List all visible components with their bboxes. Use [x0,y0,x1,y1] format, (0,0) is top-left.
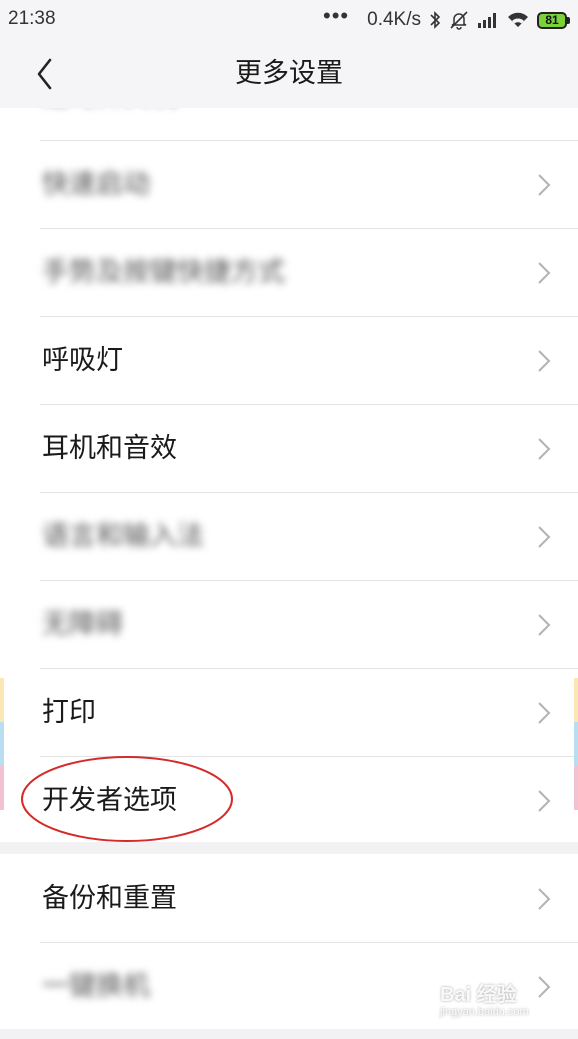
row-label: 语言和输入法 [42,521,204,552]
row-label: 呼吸灯 [42,345,123,376]
page-title: 更多设置 [235,58,343,89]
settings-row-print[interactable]: 打印 [0,669,578,757]
chevron-right-icon [538,888,551,910]
nav-bar: 更多设置 [0,40,578,108]
settings-row[interactable]: 无障碍 [0,581,578,669]
edge-strip [574,766,578,810]
chevron-right-icon [538,526,551,548]
settings-row[interactable]: 语言和输入法 [0,493,578,581]
chevron-right-icon [538,350,551,372]
chevron-right-icon [538,438,551,460]
baidu-watermark: Bai 经验 jingyan.baidu.com [440,978,550,1024]
chevron-right-icon [538,702,551,724]
edge-strip [0,766,4,810]
edge-strip [574,678,578,722]
edge-strip [0,678,4,722]
chevron-right-icon [538,262,551,284]
settings-row-breathing-light[interactable]: 呼吸灯 [0,317,578,405]
watermark-url: jingyan.baidu.com [440,1006,529,1018]
watermark-brand: Bai 经验 [440,984,517,1006]
row-label: 一键换机 [42,971,150,1002]
edge-strip [574,722,578,766]
settings-row[interactable]: 快速启动 [0,141,578,229]
settings-row-backup-reset[interactable]: 备份和重置 [0,855,578,943]
row-label: 打印 [42,697,96,728]
row-label: 快速启动 [42,169,150,200]
edge-strip [0,722,4,766]
row-label: 无障碍 [42,609,123,640]
back-arrow-icon[interactable] [30,56,62,92]
settings-row[interactable]: 手势及按键快捷方式 [0,229,578,317]
row-label: 备份和重置 [42,883,177,914]
row-label: 耳机和音效 [42,433,177,464]
chevron-right-icon [538,790,551,812]
settings-row-headphones-audio[interactable]: 耳机和音效 [0,405,578,493]
chevron-right-icon [538,614,551,636]
chevron-right-icon [538,174,551,196]
highlight-ellipse [21,756,233,842]
row-label: 手势及按键快捷方式 [42,257,285,288]
settings-list[interactable]: 定时开关机 快速启动 手势及按键快捷方式 呼吸灯 耳机和音效 语言和输入法 无障… [0,0,578,1039]
